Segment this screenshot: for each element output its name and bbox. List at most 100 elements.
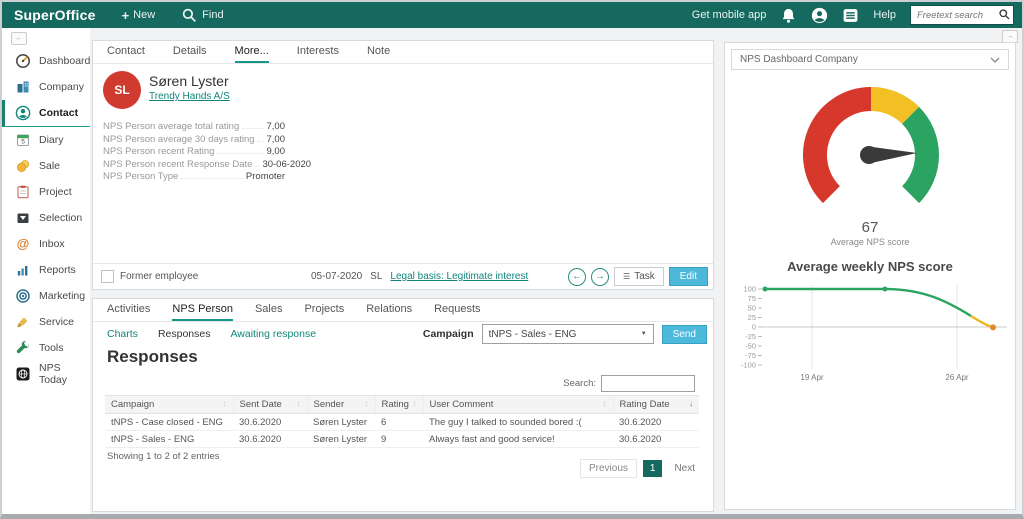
subtab-responses[interactable]: Responses: [158, 328, 211, 340]
subtab-awaiting-response[interactable]: Awaiting response: [230, 328, 316, 340]
sidebar-item-dashboard[interactable]: Dashboard: [2, 48, 90, 74]
sidebar-item-sale[interactable]: Sale: [2, 153, 90, 179]
sidebar-item-inbox[interactable]: @ Inbox: [2, 231, 90, 257]
table-search-input[interactable]: [601, 375, 695, 392]
field-label: NPS Person Type: [103, 171, 178, 182]
column-header-rating-date[interactable]: Rating Date↓: [613, 396, 699, 414]
chevron-down-icon: [990, 57, 1000, 63]
service-brush-icon: [15, 314, 31, 330]
column-header-campaign[interactable]: Campaign↕: [105, 396, 233, 414]
tab-activities[interactable]: Activities: [107, 303, 150, 321]
tab-interests[interactable]: Interests: [297, 45, 339, 63]
sidebar-item-selection[interactable]: Selection: [2, 205, 90, 231]
notification-bell-icon[interactable]: [780, 7, 797, 24]
next-page-button[interactable]: Next: [668, 462, 701, 475]
tab-contact[interactable]: Contact: [107, 45, 145, 63]
tab-projects[interactable]: Projects: [304, 303, 344, 321]
section-title: Responses: [107, 347, 198, 367]
column-header-sent-date[interactable]: Sent Date↕: [233, 396, 307, 414]
field-label: NPS Person recent Rating: [103, 146, 214, 157]
sale-coins-icon: [15, 158, 31, 174]
sidebar-item-company[interactable]: Company: [2, 74, 90, 100]
y-axis-tick: -75: [745, 351, 756, 360]
content-area: Contact Details More... Interests Note S…: [90, 28, 1022, 514]
nps-trend-line: [765, 289, 971, 316]
x-axis-tick: 26 Apr: [945, 373, 968, 382]
inbox-at-icon: @: [15, 236, 31, 252]
send-button[interactable]: Send: [662, 325, 707, 344]
previous-page-button[interactable]: Previous: [580, 459, 637, 478]
tab-sales[interactable]: Sales: [255, 303, 283, 321]
field-label: NPS Person average 30 days rating: [103, 134, 255, 145]
y-axis-tick: -50: [745, 342, 756, 351]
campaign-selected-value: tNPS - Sales - ENG: [489, 329, 577, 340]
campaign-label: Campaign: [423, 328, 474, 340]
tab-requests[interactable]: Requests: [434, 303, 480, 321]
search-icon[interactable]: [998, 8, 1011, 21]
account-icon[interactable]: [811, 7, 828, 24]
former-employee-checkbox[interactable]: [101, 270, 114, 283]
field-value: 7,00: [267, 134, 286, 145]
superoffice-logo[interactable]: SuperOffice: [14, 7, 96, 23]
find-button[interactable]: Find: [181, 7, 223, 24]
contact-card-tabs: Contact Details More... Interests Note: [93, 41, 713, 64]
cell-rating: 6: [375, 414, 423, 431]
dropdown-arrow-icon: ▼: [641, 331, 647, 337]
task-button[interactable]: ☰ Task: [614, 267, 664, 286]
sidebar-item-diary[interactable]: 5 Diary: [2, 127, 90, 153]
sort-icon: ↕: [297, 399, 301, 408]
y-axis-tick: 100: [743, 285, 756, 294]
selection-icon: [15, 210, 31, 226]
sidebar-label: Project: [39, 186, 72, 198]
main-menu-icon[interactable]: [842, 7, 859, 24]
current-page-button[interactable]: 1: [643, 460, 663, 477]
field-value: 7,00: [267, 121, 286, 132]
table-row[interactable]: tNPS - Case closed - ENG 30.6.2020 Søren…: [105, 414, 699, 431]
table-header-row: Campaign↕ Sent Date↕ Sender↕ Rating↕ Use…: [105, 396, 699, 414]
next-contact-button[interactable]: →: [591, 268, 609, 286]
field-label: NPS Person average total rating: [103, 121, 239, 132]
nps-dashboard-header[interactable]: NPS Dashboard Company: [731, 49, 1009, 70]
sidebar-item-tools[interactable]: Tools: [2, 335, 90, 361]
data-point: [883, 287, 888, 292]
subtab-charts[interactable]: Charts: [107, 328, 138, 340]
edit-button[interactable]: Edit: [669, 267, 708, 286]
tab-relations[interactable]: Relations: [366, 303, 412, 321]
sidebar-item-service[interactable]: Service: [2, 309, 90, 335]
new-button-label: New: [133, 9, 155, 21]
sidebar-label: Tools: [39, 342, 64, 354]
sidebar: ← Dashboard Company: [2, 28, 91, 514]
tab-details[interactable]: Details: [173, 45, 207, 63]
campaign-select[interactable]: tNPS - Sales - ENG ▼: [482, 324, 654, 344]
cell-rating-date: 30.6.2020: [613, 414, 699, 431]
reports-chart-icon: [15, 262, 31, 278]
sidebar-item-reports[interactable]: Reports: [2, 257, 90, 283]
sidebar-item-marketing[interactable]: Marketing: [2, 283, 90, 309]
sidebar-item-nps-today[interactable]: NPS Today: [2, 361, 90, 387]
legal-basis-link[interactable]: Legal basis: Legitimate interest: [390, 271, 528, 282]
tab-note[interactable]: Note: [367, 45, 390, 63]
new-button[interactable]: + New: [122, 8, 156, 23]
table-row[interactable]: tNPS - Sales - ENG 30.6.2020 Søren Lyste…: [105, 431, 699, 448]
column-header-user-comment[interactable]: User Comment↕: [423, 396, 613, 414]
diary-day-number: 5: [21, 139, 25, 146]
collapse-sidebar-icon[interactable]: ←: [11, 32, 27, 45]
column-header-rating[interactable]: Rating↕: [375, 396, 423, 414]
help-link[interactable]: Help: [873, 9, 896, 21]
company-link[interactable]: Trendy Hands A/S: [149, 91, 230, 102]
sidebar-item-project[interactable]: Project: [2, 179, 90, 205]
column-header-sender[interactable]: Sender↕: [307, 396, 375, 414]
tab-more[interactable]: More...: [235, 45, 269, 63]
nps-today-globe-icon: [15, 366, 31, 382]
previous-contact-button[interactable]: ←: [568, 268, 586, 286]
tab-nps-person[interactable]: NPS Person: [172, 303, 233, 321]
responses-table: Campaign↕ Sent Date↕ Sender↕ Rating↕ Use…: [105, 395, 699, 448]
cell-rating: 9: [375, 431, 423, 448]
plus-icon: +: [122, 8, 130, 23]
updated-date: 05-07-2020: [311, 271, 362, 282]
freetext-search-input[interactable]: [915, 7, 999, 23]
get-mobile-app-link[interactable]: Get mobile app: [692, 9, 767, 21]
sidebar-label: Reports: [39, 264, 76, 276]
sidebar-item-contact[interactable]: Contact: [2, 100, 90, 127]
avatar: SL: [103, 71, 141, 109]
